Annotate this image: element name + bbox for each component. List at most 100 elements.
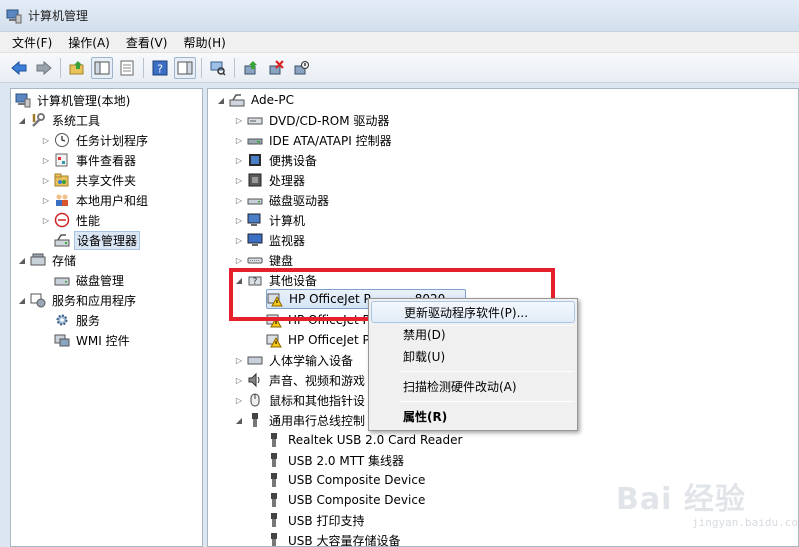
usb-device-print-support[interactable]: USB 打印支持 xyxy=(266,510,366,530)
expand-arrow-icon[interactable]: ▷ xyxy=(234,356,244,365)
usb-device-mass-storage[interactable]: USB 大容量存储设备 xyxy=(266,530,402,546)
list-icon xyxy=(120,60,134,75)
tree-item-performance[interactable]: ▷ 性能 xyxy=(41,210,102,230)
device-category-mouse[interactable]: ▷ 鼠标和其他指针设 xyxy=(234,390,367,410)
unknown-device-icon: ? xyxy=(248,276,262,287)
disable-device-icon xyxy=(294,60,309,74)
show-hide-tree-button[interactable] xyxy=(91,56,113,79)
tree-item-event-viewer[interactable]: ▷ 事件查看器 xyxy=(41,150,138,170)
device-category-label: 监视器 xyxy=(269,233,306,248)
window-title: 计算机管理 xyxy=(28,9,89,23)
back-button[interactable] xyxy=(8,57,30,79)
tree-root-label: 计算机管理(本地) xyxy=(37,93,131,108)
device-category-ide[interactable]: ▷ IDE ATA/ATAPI 控制器 xyxy=(234,130,394,150)
device-hp-officejet-2[interactable]: HP OfficeJet P xyxy=(266,310,372,330)
up-level-button[interactable] xyxy=(66,57,88,79)
device-category-monitor[interactable]: ▷ 监视器 xyxy=(234,230,307,250)
usb-device-card-reader[interactable]: Realtek USB 2.0 Card Reader xyxy=(266,430,464,450)
expand-arrow-icon[interactable]: ▷ xyxy=(234,116,244,125)
monitor-icon xyxy=(247,233,263,246)
tree-item-system-tools[interactable]: ◢ 系统工具 xyxy=(17,110,102,130)
tree-item-storage[interactable]: ◢ 存储 xyxy=(17,250,78,270)
scan-hardware-button[interactable] xyxy=(207,57,229,79)
device-tree-root-label: Ade-PC xyxy=(251,93,294,107)
usb-device-composite-1[interactable]: USB Composite Device xyxy=(266,470,427,490)
device-category-usb[interactable]: ◢ 通用串行总线控制 xyxy=(234,410,367,430)
expand-arrow-icon[interactable]: ▷ xyxy=(41,136,51,145)
expand-arrow-icon[interactable]: ▷ xyxy=(234,236,244,245)
menu-help[interactable]: 帮助(H) xyxy=(183,34,225,51)
menu-update-driver[interactable]: 更新驱动程序软件(P)... xyxy=(371,301,575,323)
tree-item-label: 系统工具 xyxy=(52,113,101,128)
device-category-keyboard[interactable]: ▷ 键盘 xyxy=(234,250,295,270)
collapse-arrow-icon[interactable]: ◢ xyxy=(234,416,244,425)
menu-uninstall[interactable]: 卸载(U) xyxy=(371,345,575,367)
usb-plug-icon xyxy=(271,473,277,487)
collapse-arrow-icon[interactable]: ◢ xyxy=(17,256,27,265)
menu-file[interactable]: 文件(F) xyxy=(12,34,52,51)
collapse-arrow-icon[interactable]: ◢ xyxy=(17,116,27,125)
help-button[interactable]: ? xyxy=(149,57,171,79)
action-pane-icon xyxy=(177,61,193,74)
device-category-disk[interactable]: ▷ 磁盘驱动器 xyxy=(234,190,331,210)
tree-item-services-apps[interactable]: ◢ 服务和应用程序 xyxy=(17,290,138,310)
expand-arrow-icon[interactable]: ▷ xyxy=(234,256,244,265)
gear-icon xyxy=(56,314,68,326)
menu-scan-hardware[interactable]: 扫描检测硬件改动(A) xyxy=(371,375,575,397)
expand-arrow-icon[interactable]: ▷ xyxy=(234,156,244,165)
device-tree-root[interactable]: ◢ Ade-PC xyxy=(216,90,296,110)
device-category-computer[interactable]: ▷ 计算机 xyxy=(234,210,307,230)
expand-arrow-icon[interactable]: ▷ xyxy=(234,196,244,205)
device-category-dvd[interactable]: ▷ DVD/CD-ROM 驱动器 xyxy=(234,110,391,130)
expand-arrow-icon[interactable]: ▷ xyxy=(234,376,244,385)
usb-device-composite-2[interactable]: USB Composite Device xyxy=(266,490,427,510)
collapse-arrow-icon[interactable]: ◢ xyxy=(17,296,27,305)
device-category-label: DVD/CD-ROM 驱动器 xyxy=(269,113,390,128)
action-pane-button[interactable] xyxy=(174,56,196,79)
menu-disable[interactable]: 禁用(D) xyxy=(371,323,575,345)
uninstall-button[interactable] xyxy=(265,57,287,79)
ide-controller-icon xyxy=(247,138,263,145)
menu-action[interactable]: 操作(A) xyxy=(68,34,110,51)
tree-item-shared-folders[interactable]: ▷ 共享文件夹 xyxy=(41,170,138,190)
disable-button[interactable] xyxy=(290,57,312,79)
device-category-other[interactable]: ◢ ? 其他设备 xyxy=(234,270,319,290)
device-category-hid[interactable]: ▷ 人体学输入设备 xyxy=(234,350,355,370)
expand-arrow-icon[interactable]: ▷ xyxy=(41,156,51,165)
collapse-arrow-icon[interactable]: ◢ xyxy=(216,96,226,105)
device-category-label: 通用串行总线控制 xyxy=(269,413,366,428)
device-name: USB 2.0 MTT 集线器 xyxy=(288,453,404,468)
tree-item-wmi-control[interactable]: WMI 控件 xyxy=(41,330,132,350)
expand-arrow-icon[interactable]: ▷ xyxy=(234,176,244,185)
console-tree-pane[interactable]: 计算机管理(本地) ◢ 系统工具 ▷ 任务计划程序 ▷ 事件查看器 ▷ 共享文件… xyxy=(10,88,203,547)
device-category-label: 鼠标和其他指针设 xyxy=(269,393,366,408)
device-name: USB Composite Device xyxy=(288,473,426,487)
menu-view[interactable]: 查看(V) xyxy=(126,34,168,51)
export-list-button[interactable] xyxy=(116,57,138,79)
tree-item-local-users[interactable]: ▷ 本地用户和组 xyxy=(41,190,150,210)
toolbar-separator xyxy=(201,57,202,78)
menu-separator xyxy=(399,401,573,402)
forward-button[interactable] xyxy=(33,57,55,79)
tree-root[interactable]: 计算机管理(本地) xyxy=(15,90,132,110)
expand-arrow-icon[interactable]: ▷ xyxy=(41,176,51,185)
menu-properties[interactable]: 属性(R) xyxy=(371,405,575,427)
tree-item-task-scheduler[interactable]: ▷ 任务计划程序 xyxy=(41,130,150,150)
collapse-arrow-icon[interactable]: ◢ xyxy=(234,276,244,285)
expand-arrow-icon[interactable]: ▷ xyxy=(41,216,51,225)
device-category-processor[interactable]: ▷ 处理器 xyxy=(234,170,307,190)
update-driver-button[interactable] xyxy=(240,57,262,79)
computer-icon xyxy=(229,94,245,107)
usb-device-hub[interactable]: USB 2.0 MTT 集线器 xyxy=(266,450,406,470)
expand-arrow-icon[interactable]: ▷ xyxy=(234,136,244,145)
expand-arrow-icon[interactable]: ▷ xyxy=(41,196,51,205)
expand-arrow-icon[interactable]: ▷ xyxy=(234,396,244,405)
device-category-sound[interactable]: ▷ 声音、视频和游戏 xyxy=(234,370,367,390)
device-category-portable[interactable]: ▷ 便携设备 xyxy=(234,150,319,170)
tree-item-services[interactable]: 服务 xyxy=(41,310,102,330)
tree-item-device-manager[interactable]: 设备管理器 xyxy=(41,230,141,250)
expand-arrow-icon[interactable]: ▷ xyxy=(234,216,244,225)
device-hp-officejet-3[interactable]: HP OfficeJet P xyxy=(266,330,372,350)
usb-icon xyxy=(252,413,258,427)
tree-item-disk-management[interactable]: 磁盘管理 xyxy=(41,270,126,290)
